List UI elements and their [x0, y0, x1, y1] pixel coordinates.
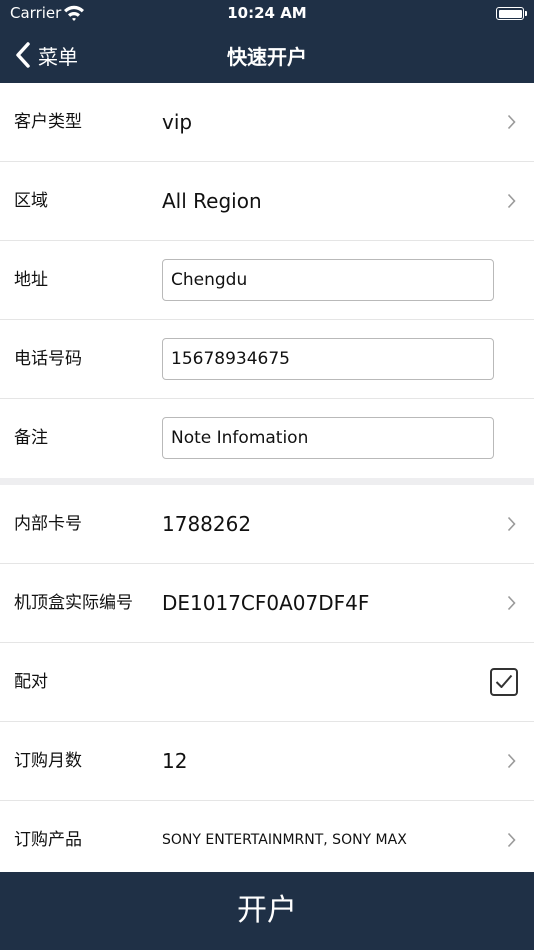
pairing-row: 配对: [0, 643, 534, 722]
chevron-right-icon: [507, 595, 516, 611]
customer-type-row[interactable]: 客户类型 vip: [0, 83, 534, 162]
card-number-label: 内部卡号: [14, 514, 82, 534]
chevron-right-icon: [507, 516, 516, 532]
address-label: 地址: [14, 270, 48, 290]
account-form: 客户类型 vip 区域 All Region 地址 电话号码 备注 内部卡号 1…: [0, 83, 534, 880]
card-number-value: 1788262: [162, 512, 252, 536]
customer-type-label: 客户类型: [14, 112, 82, 132]
chevron-right-icon: [507, 753, 516, 769]
chevron-right-icon: [507, 832, 516, 848]
status-bar: Carrier 10:24 AM: [0, 0, 534, 28]
status-time: 10:24 AM: [227, 4, 307, 22]
header: Carrier 10:24 AM 菜单 快速开户: [0, 0, 534, 83]
stb-number-label: 机顶盒实际编号: [14, 593, 133, 613]
address-row: 地址: [0, 241, 534, 320]
page-title: 快速开户: [227, 45, 307, 69]
note-label: 备注: [14, 428, 48, 448]
chevron-right-icon: [507, 114, 516, 130]
chevron-right-icon: [507, 193, 516, 209]
checkmark-icon: [495, 674, 513, 688]
section-divider: [0, 478, 534, 485]
phone-input[interactable]: [162, 338, 494, 380]
months-value: 12: [162, 749, 188, 773]
products-value: SONY ENTERTAINMRNT, SONY MAX: [162, 832, 407, 848]
stb-number-value: DE1017CF0A07DF4F: [162, 591, 370, 615]
region-label: 区域: [14, 191, 48, 211]
nav-bar: 菜单 快速开户: [0, 28, 534, 83]
products-row[interactable]: 订购产品 SONY ENTERTAINMRNT, SONY MAX: [0, 801, 534, 880]
card-number-row[interactable]: 内部卡号 1788262: [0, 485, 534, 564]
address-input[interactable]: [162, 259, 494, 301]
stb-number-row[interactable]: 机顶盒实际编号 DE1017CF0A07DF4F: [0, 564, 534, 643]
phone-row: 电话号码: [0, 320, 534, 399]
months-label: 订购月数: [14, 751, 82, 771]
note-input[interactable]: [162, 417, 494, 459]
region-value: All Region: [162, 189, 262, 213]
battery-icon: [496, 7, 527, 20]
pairing-label: 配对: [14, 672, 48, 692]
phone-label: 电话号码: [14, 349, 82, 369]
months-row[interactable]: 订购月数 12: [0, 722, 534, 801]
open-account-button[interactable]: 开户: [0, 872, 534, 950]
region-row[interactable]: 区域 All Region: [0, 162, 534, 241]
products-label: 订购产品: [14, 830, 82, 850]
pairing-checkbox[interactable]: [490, 668, 518, 696]
note-row: 备注: [0, 399, 534, 478]
customer-type-value: vip: [162, 110, 193, 134]
